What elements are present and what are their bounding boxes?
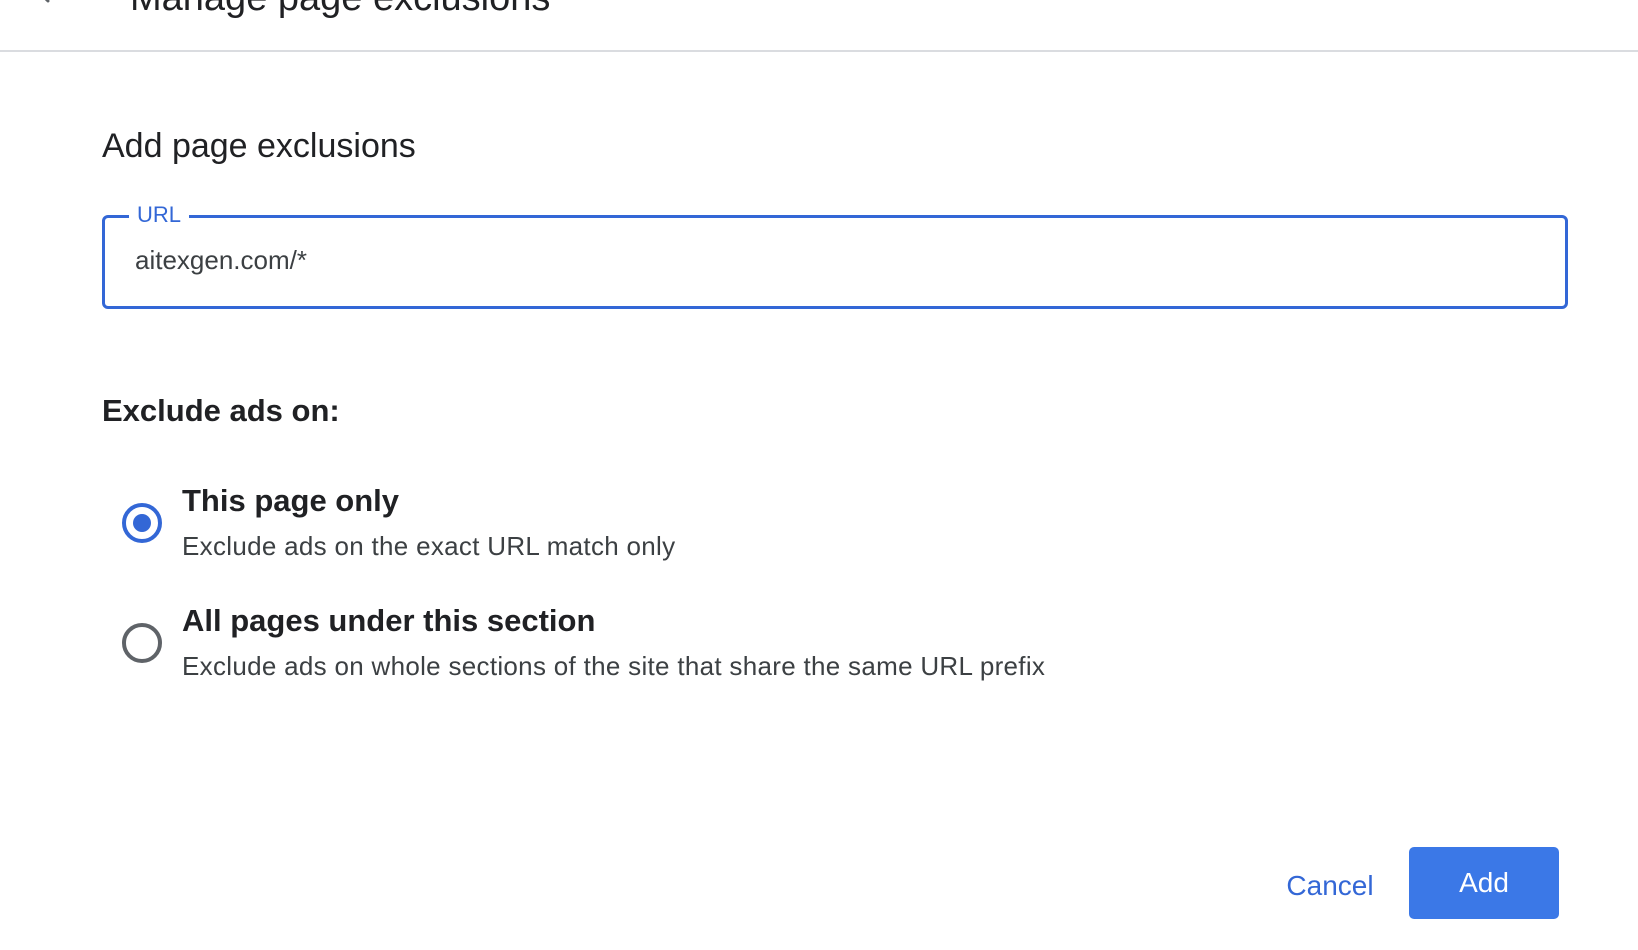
arrow-back-icon[interactable] (34, 0, 64, 8)
header-bar: Manage page exclusions (0, 0, 1638, 52)
section-title: Add page exclusions (102, 127, 416, 165)
radio-option-this-page-only[interactable]: This page only Exclude ads on the exact … (120, 483, 1120, 573)
exclude-ads-label: Exclude ads on: (102, 393, 340, 428)
url-field-label: URL (129, 202, 190, 228)
add-button[interactable]: Add (1409, 847, 1559, 919)
url-field[interactable]: URL (102, 202, 1568, 309)
option-description: Exclude ads on the exact URL match only (182, 531, 676, 561)
option-title: All pages under this section (182, 603, 596, 638)
option-description: Exclude ads on whole sections of the sit… (182, 651, 1046, 681)
radio-button-unchecked[interactable] (122, 623, 162, 663)
url-input[interactable] (135, 240, 1515, 280)
radio-option-all-pages-under-section[interactable]: All pages under this section Exclude ads… (120, 603, 1120, 693)
page-title: Manage page exclusions (130, 0, 550, 17)
radio-button-checked[interactable] (122, 503, 162, 543)
radio-dot (133, 514, 151, 532)
option-title: This page only (182, 483, 400, 518)
cancel-button[interactable]: Cancel (1268, 860, 1392, 912)
